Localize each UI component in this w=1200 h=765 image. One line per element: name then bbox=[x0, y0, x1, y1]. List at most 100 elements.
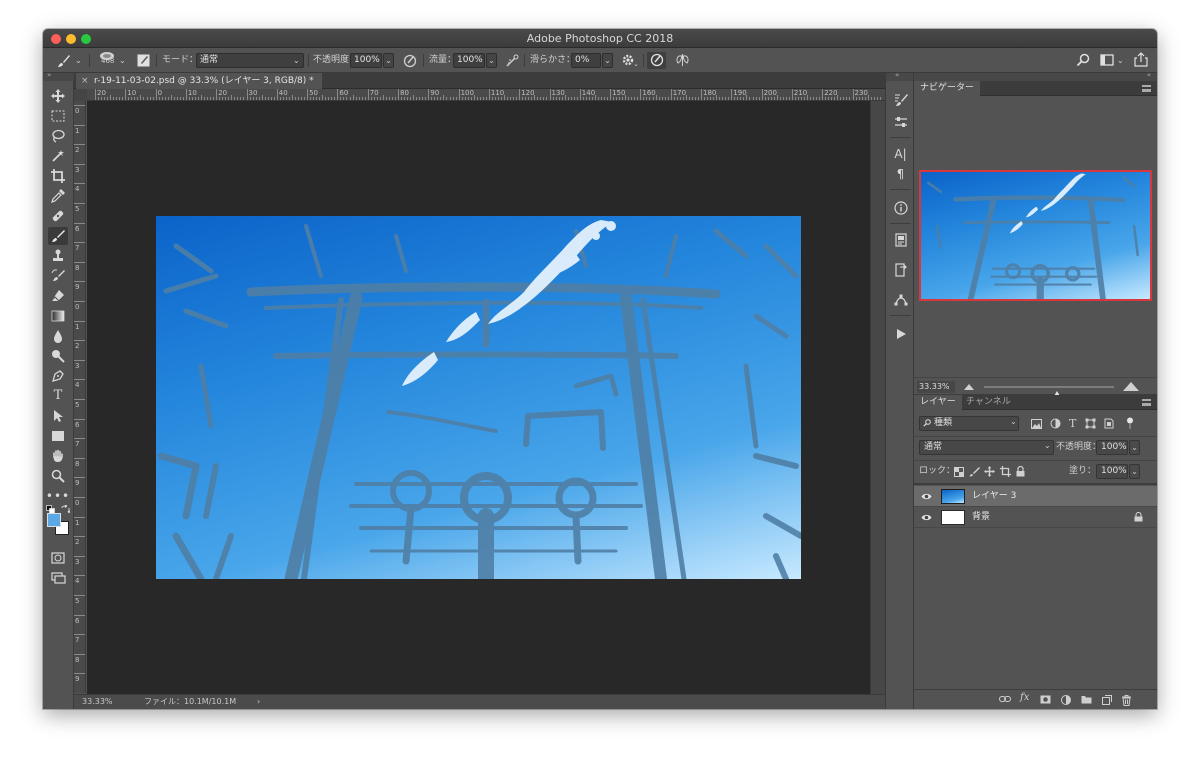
brush-tool[interactable] bbox=[48, 227, 68, 245]
filter-adjustment-icon[interactable] bbox=[1050, 418, 1061, 429]
layers-tab[interactable]: レイヤー bbox=[914, 395, 962, 410]
symmetry-icon[interactable] bbox=[675, 53, 690, 67]
opacity-dropdown[interactable]: ⌄ bbox=[383, 53, 394, 68]
new-layer-icon[interactable] bbox=[1102, 695, 1112, 705]
add-mask-icon[interactable] bbox=[1040, 695, 1051, 704]
fill-dropdown[interactable]: ⌄ bbox=[1129, 464, 1140, 479]
foreground-color-swatch[interactable] bbox=[47, 513, 61, 527]
pen-tool[interactable] bbox=[48, 367, 68, 385]
magic-wand-tool[interactable] bbox=[48, 147, 68, 165]
flow-input[interactable]: 100% bbox=[453, 53, 485, 68]
rectangle-tool[interactable] bbox=[48, 427, 68, 445]
lock-pixels-icon[interactable] bbox=[969, 466, 980, 477]
tools-panel-grip[interactable]: » bbox=[43, 71, 74, 81]
layer-filter-chevron-icon[interactable]: ⌄ bbox=[1010, 417, 1017, 426]
smoothing-input[interactable]: 0% bbox=[571, 53, 601, 68]
move-tool[interactable] bbox=[48, 87, 68, 105]
brush-preset-chevron-icon[interactable]: ⌄ bbox=[119, 48, 126, 73]
lasso-tool[interactable] bbox=[48, 127, 68, 145]
document-canvas[interactable] bbox=[156, 216, 801, 579]
fill-input[interactable]: 100% bbox=[1096, 464, 1128, 479]
filter-toggle-icon[interactable] bbox=[1126, 417, 1134, 430]
close-document-icon[interactable]: × bbox=[81, 73, 89, 89]
info-button[interactable] bbox=[891, 199, 910, 217]
horizontal-ruler[interactable]: 20 10 0 10 20 30 40 50 60 70 80 90 100 110 120 130 140 15… bbox=[87, 89, 885, 101]
brush-settings-button[interactable] bbox=[891, 91, 910, 109]
zoom-window-button[interactable] bbox=[81, 34, 91, 44]
new-adjustment-layer-icon[interactable] bbox=[1061, 695, 1071, 705]
visibility-eye-icon[interactable] bbox=[921, 512, 932, 523]
vertical-ruler[interactable]: 0123456789012345678901234567890 bbox=[74, 101, 86, 693]
filter-type-icon[interactable]: T bbox=[1069, 415, 1076, 433]
new-group-icon[interactable] bbox=[1081, 695, 1092, 704]
marquee-tool[interactable] bbox=[48, 107, 68, 125]
visibility-eye-icon[interactable] bbox=[921, 491, 932, 502]
adjust-button[interactable] bbox=[891, 113, 910, 131]
hand-tool[interactable] bbox=[48, 447, 68, 465]
dodge-tool[interactable] bbox=[48, 347, 68, 365]
screen-mode-icon[interactable] bbox=[51, 572, 66, 584]
blend-mode-chevron-icon[interactable]: ⌄ bbox=[1044, 441, 1051, 450]
blend-mode-select[interactable]: 通常 bbox=[919, 440, 1054, 455]
ruler-origin[interactable] bbox=[74, 89, 87, 101]
paragraph-icon[interactable]: ¶ bbox=[891, 165, 910, 183]
workspace-icon[interactable] bbox=[1100, 53, 1114, 67]
quick-mask-icon[interactable] bbox=[51, 552, 65, 564]
layers-menu-icon[interactable] bbox=[1142, 399, 1151, 406]
zoom-out-mountain-icon[interactable] bbox=[964, 383, 974, 390]
navigator-preview[interactable] bbox=[919, 170, 1152, 301]
share-icon[interactable] bbox=[1134, 52, 1148, 67]
eyedropper-tool[interactable] bbox=[48, 187, 68, 205]
status-zoom[interactable]: 33.33% bbox=[82, 695, 113, 709]
lock-transparency-icon[interactable] bbox=[954, 467, 964, 477]
eraser-tool[interactable] bbox=[48, 287, 68, 305]
paths-button[interactable] bbox=[891, 291, 910, 309]
minimize-window-button[interactable] bbox=[66, 34, 76, 44]
filter-shape-icon[interactable] bbox=[1085, 418, 1096, 429]
character-icon[interactable]: A| bbox=[891, 145, 910, 163]
navigator-menu-icon[interactable] bbox=[1142, 85, 1151, 92]
lock-all-icon[interactable] bbox=[1016, 466, 1025, 477]
layer-name[interactable]: 背景 bbox=[972, 510, 990, 525]
filter-pixel-icon[interactable] bbox=[1031, 419, 1042, 429]
status-menu-arrow[interactable]: › bbox=[257, 695, 260, 709]
tool-preset-chevron-icon[interactable]: ⌄ bbox=[75, 48, 82, 73]
layer-row-layer-3[interactable]: レイヤー 3 bbox=[914, 486, 1157, 507]
lock-artboard-icon[interactable] bbox=[1000, 466, 1011, 477]
layer-opacity-dropdown[interactable]: ⌄ bbox=[1129, 440, 1140, 455]
navigator-tab[interactable]: ナビゲーター bbox=[914, 81, 981, 96]
layer-row-background[interactable]: 背景 bbox=[914, 507, 1157, 528]
gradient-tool[interactable] bbox=[48, 307, 68, 325]
smoothing-dropdown[interactable]: ⌄ bbox=[602, 53, 613, 68]
layer-effects-icon[interactable]: fx bbox=[1020, 692, 1029, 703]
workspace-chevron-icon[interactable]: ⌄ bbox=[1117, 48, 1124, 73]
close-window-button[interactable] bbox=[51, 34, 61, 44]
airbrush-icon[interactable] bbox=[505, 54, 520, 68]
layer-opacity-input[interactable]: 100% bbox=[1096, 440, 1128, 455]
canvas-vertical-scrollbar[interactable] bbox=[870, 101, 885, 694]
flow-dropdown[interactable]: ⌄ bbox=[486, 53, 497, 68]
search-icon[interactable] bbox=[1076, 53, 1090, 67]
canvas-workspace[interactable] bbox=[87, 101, 870, 694]
brush-panel-toggle-icon[interactable] bbox=[137, 54, 150, 67]
swap-colors-icon[interactable] bbox=[61, 505, 70, 514]
healing-brush-tool[interactable] bbox=[48, 207, 68, 225]
mode-select[interactable]: 通常 bbox=[196, 53, 304, 68]
brush-tool-icon[interactable] bbox=[57, 54, 71, 68]
dock-grip[interactable]: « bbox=[886, 71, 913, 81]
navigator-zoom-input[interactable]: 33.33% bbox=[917, 381, 955, 393]
layer-name[interactable]: レイヤー 3 bbox=[972, 489, 1016, 504]
clone-stamp-tool[interactable] bbox=[48, 247, 68, 265]
navigator-grip[interactable]: « bbox=[914, 71, 1157, 81]
pressure-opacity-icon[interactable] bbox=[403, 54, 417, 68]
more-tools-icon[interactable]: ••• bbox=[46, 487, 69, 505]
link-layers-icon[interactable] bbox=[999, 695, 1011, 703]
zoom-tool[interactable] bbox=[48, 467, 68, 485]
lock-position-icon[interactable] bbox=[984, 466, 995, 477]
navigator-zoom-slider[interactable] bbox=[984, 386, 1114, 398]
mode-chevron-icon[interactable]: ⌄ bbox=[293, 48, 300, 73]
document-tab[interactable]: × r-19-11-03-02.psd @ 33.3% (レイヤー 3, RGB… bbox=[76, 73, 322, 89]
crop-tool[interactable] bbox=[48, 167, 68, 185]
actions-button[interactable] bbox=[891, 325, 910, 343]
history-button[interactable] bbox=[891, 261, 910, 279]
